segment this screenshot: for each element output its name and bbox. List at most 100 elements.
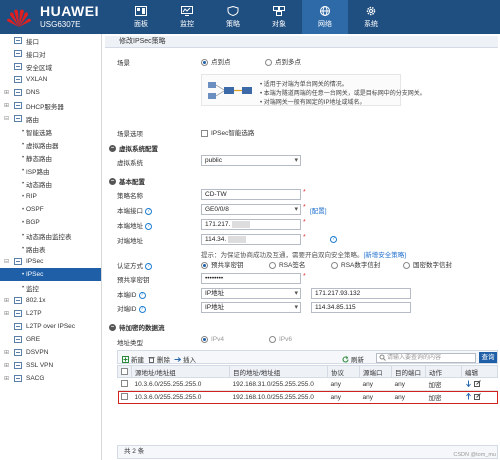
local-addr-input[interactable]: 171.217. [201, 219, 301, 230]
sidebar-item-20[interactable]: ⊞ 802.1x [0, 294, 101, 307]
help-icon[interactable]: ? [145, 262, 152, 270]
sidebar-item-26[interactable]: ⊞ SACG [0, 372, 101, 385]
sidebar-item-12[interactable]: RIP [0, 190, 101, 203]
help-icon[interactable]: ? [138, 305, 146, 313]
nav-dashboard[interactable]: 面板 [118, 0, 164, 34]
sidebar-item-5[interactable]: ⊞ DHCP服务器 [0, 99, 101, 112]
sidebar-item-11[interactable]: 动态路由 [0, 177, 101, 190]
addr-ipv6-option[interactable]: IPv6 [269, 336, 292, 343]
addr-ipv4-radio[interactable] [201, 336, 208, 343]
sidebar-item-23[interactable]: GRE [0, 333, 101, 346]
table-row-highlighted[interactable]: 10.3.6.0/255.255.255.0 192.168.10.0/255.… [117, 390, 498, 404]
sidebar-item-8[interactable]: 虚拟路由器 [0, 138, 101, 151]
local-id-type-select[interactable]: IP地址 [201, 288, 301, 299]
auth-rsa-radio[interactable] [269, 261, 276, 269]
local-if-select[interactable]: GE0/0/8 [201, 204, 301, 215]
edit-icon[interactable] [474, 392, 482, 402]
sidebar-item-15[interactable]: 动态路由监控表 [0, 229, 101, 242]
nav-network[interactable]: 网络 [302, 0, 348, 34]
psk-input[interactable]: •••••••• [201, 273, 301, 284]
sidebar-item-22[interactable]: L2TP over IPSec [0, 320, 101, 333]
expand-icon[interactable]: ⊞ [4, 310, 9, 317]
local-id-input[interactable]: 171.217.93.132 [311, 288, 411, 299]
help-icon[interactable]: ? [138, 291, 146, 299]
help-icon[interactable]: ? [145, 207, 152, 215]
expand-icon[interactable]: ⊞ [4, 349, 9, 356]
delete-button[interactable]: 删除 [148, 354, 170, 364]
move-down-icon[interactable] [465, 380, 473, 389]
expand-icon[interactable]: ⊞ [4, 297, 9, 304]
nav-system[interactable]: 系统 [348, 0, 394, 34]
query-button[interactable]: 查询 [479, 352, 497, 363]
row-select[interactable] [117, 377, 132, 391]
peer-addr-input[interactable]: 114.34. [201, 234, 301, 245]
expand-icon[interactable]: ⊞ [4, 102, 9, 109]
sidebar-item-19[interactable]: 监控 [0, 281, 101, 294]
auth-gm-envelope-radio[interactable] [403, 261, 410, 269]
sidebar-item-25[interactable]: ⊞ SSL VPN [0, 359, 101, 372]
collapse-icon[interactable]: ⊟ [4, 258, 9, 265]
row-checkbox[interactable] [120, 393, 128, 401]
scene-p2mp-radio[interactable] [265, 58, 272, 66]
expand-icon[interactable]: ⊞ [4, 89, 9, 96]
vsys-select[interactable]: public [201, 155, 301, 166]
sidebar-item-4[interactable]: ⊞ DNS [0, 86, 101, 99]
nav-object[interactable]: 对象 [256, 0, 302, 34]
auth-rsa-envelope-option[interactable]: RSA数字信封 [331, 259, 380, 269]
row-checkbox[interactable] [120, 380, 128, 388]
sidebar-item-21[interactable]: ⊞ L2TP [0, 307, 101, 320]
sidebar-item-9[interactable]: 静态路由 [0, 151, 101, 164]
sidebar-item-17[interactable]: ⊟ IPSec [0, 255, 101, 268]
refresh-button[interactable]: 刷新 [342, 354, 364, 364]
sidebar-item-16[interactable]: 路由表 [0, 242, 101, 255]
auth-psk-radio[interactable] [201, 261, 208, 269]
smart-route-checkbox[interactable] [201, 129, 208, 137]
auth-rsa-envelope-radio[interactable] [331, 261, 338, 269]
sidebar-item-13[interactable]: OSPF [0, 203, 101, 216]
select-all-header[interactable] [117, 365, 132, 378]
sidebar-item-18[interactable]: IPSec [0, 268, 101, 281]
insert-button[interactable]: 插入 [174, 354, 196, 364]
help-icon[interactable]: ? [145, 222, 152, 230]
flow-section-header[interactable]: – 待加密的数据流 [109, 322, 165, 332]
nav-policy[interactable]: 策略 [210, 0, 256, 34]
auth-gm-envelope-option[interactable]: 国密数字信封 [403, 259, 452, 269]
addr-ipv6-radio[interactable] [269, 336, 276, 343]
dashboard-icon [134, 5, 148, 17]
move-up-icon[interactable] [465, 392, 473, 402]
sidebar-item-24[interactable]: ⊞ DSVPN [0, 346, 101, 359]
scene-p2p-option[interactable]: 点到点 [201, 56, 231, 66]
scene-p2p-radio[interactable] [201, 58, 208, 66]
select-all-checkbox[interactable] [121, 367, 128, 375]
sidebar-item-0[interactable]: 接口 [0, 34, 101, 47]
peer-id-type-select[interactable]: IP地址 [201, 302, 301, 313]
peer-id-input[interactable]: 114.34.85.115 [311, 302, 411, 313]
auth-psk-option[interactable]: 预共享密钥 [201, 259, 244, 269]
smart-route-option[interactable]: IPSec智能选路 [201, 127, 254, 137]
sidebar-item-3[interactable]: VXLAN [0, 73, 101, 86]
sidebar-item-10[interactable]: ISP路由 [0, 164, 101, 177]
addr-ipv4-option[interactable]: IPv4 [201, 336, 224, 343]
local-if-config-link[interactable]: [配置] [310, 205, 327, 215]
edit-icon[interactable] [474, 379, 482, 389]
policy-name-input[interactable]: CD-TW [201, 189, 301, 200]
new-button[interactable]: 新建 [122, 354, 144, 364]
nav-monitor[interactable]: 监控 [164, 0, 210, 34]
scene-p2mp-option[interactable]: 点到多点 [265, 56, 301, 66]
basic-section-header[interactable]: – 基本配置 [109, 176, 145, 186]
auth-rsa-option[interactable]: RSA签名 [269, 259, 305, 269]
expand-icon[interactable]: ⊞ [4, 362, 9, 369]
add-security-policy-link[interactable]: [新增安全策略] [364, 252, 407, 259]
expand-icon[interactable]: ⊞ [4, 375, 9, 382]
sidebar-item-1[interactable]: 接口对 [0, 47, 101, 60]
vsys-section-header[interactable]: – 虚拟系统配置 [109, 143, 158, 153]
sidebar-item-2[interactable]: 安全区域 [0, 60, 101, 73]
sidebar-item-6[interactable]: ⊟ 路由 [0, 112, 101, 125]
help-icon[interactable]: ? [330, 236, 337, 243]
sidebar-item-7[interactable]: 智能选路 [0, 125, 101, 138]
table-row[interactable]: 10.3.6.0/255.255.255.0 192.168.31.0/255.… [117, 377, 498, 391]
search-input[interactable]: 请输入要查询的内容 [376, 353, 476, 363]
sidebar-item-14[interactable]: BGP [0, 216, 101, 229]
row-select[interactable] [117, 390, 132, 404]
collapse-icon[interactable]: ⊟ [4, 115, 9, 122]
